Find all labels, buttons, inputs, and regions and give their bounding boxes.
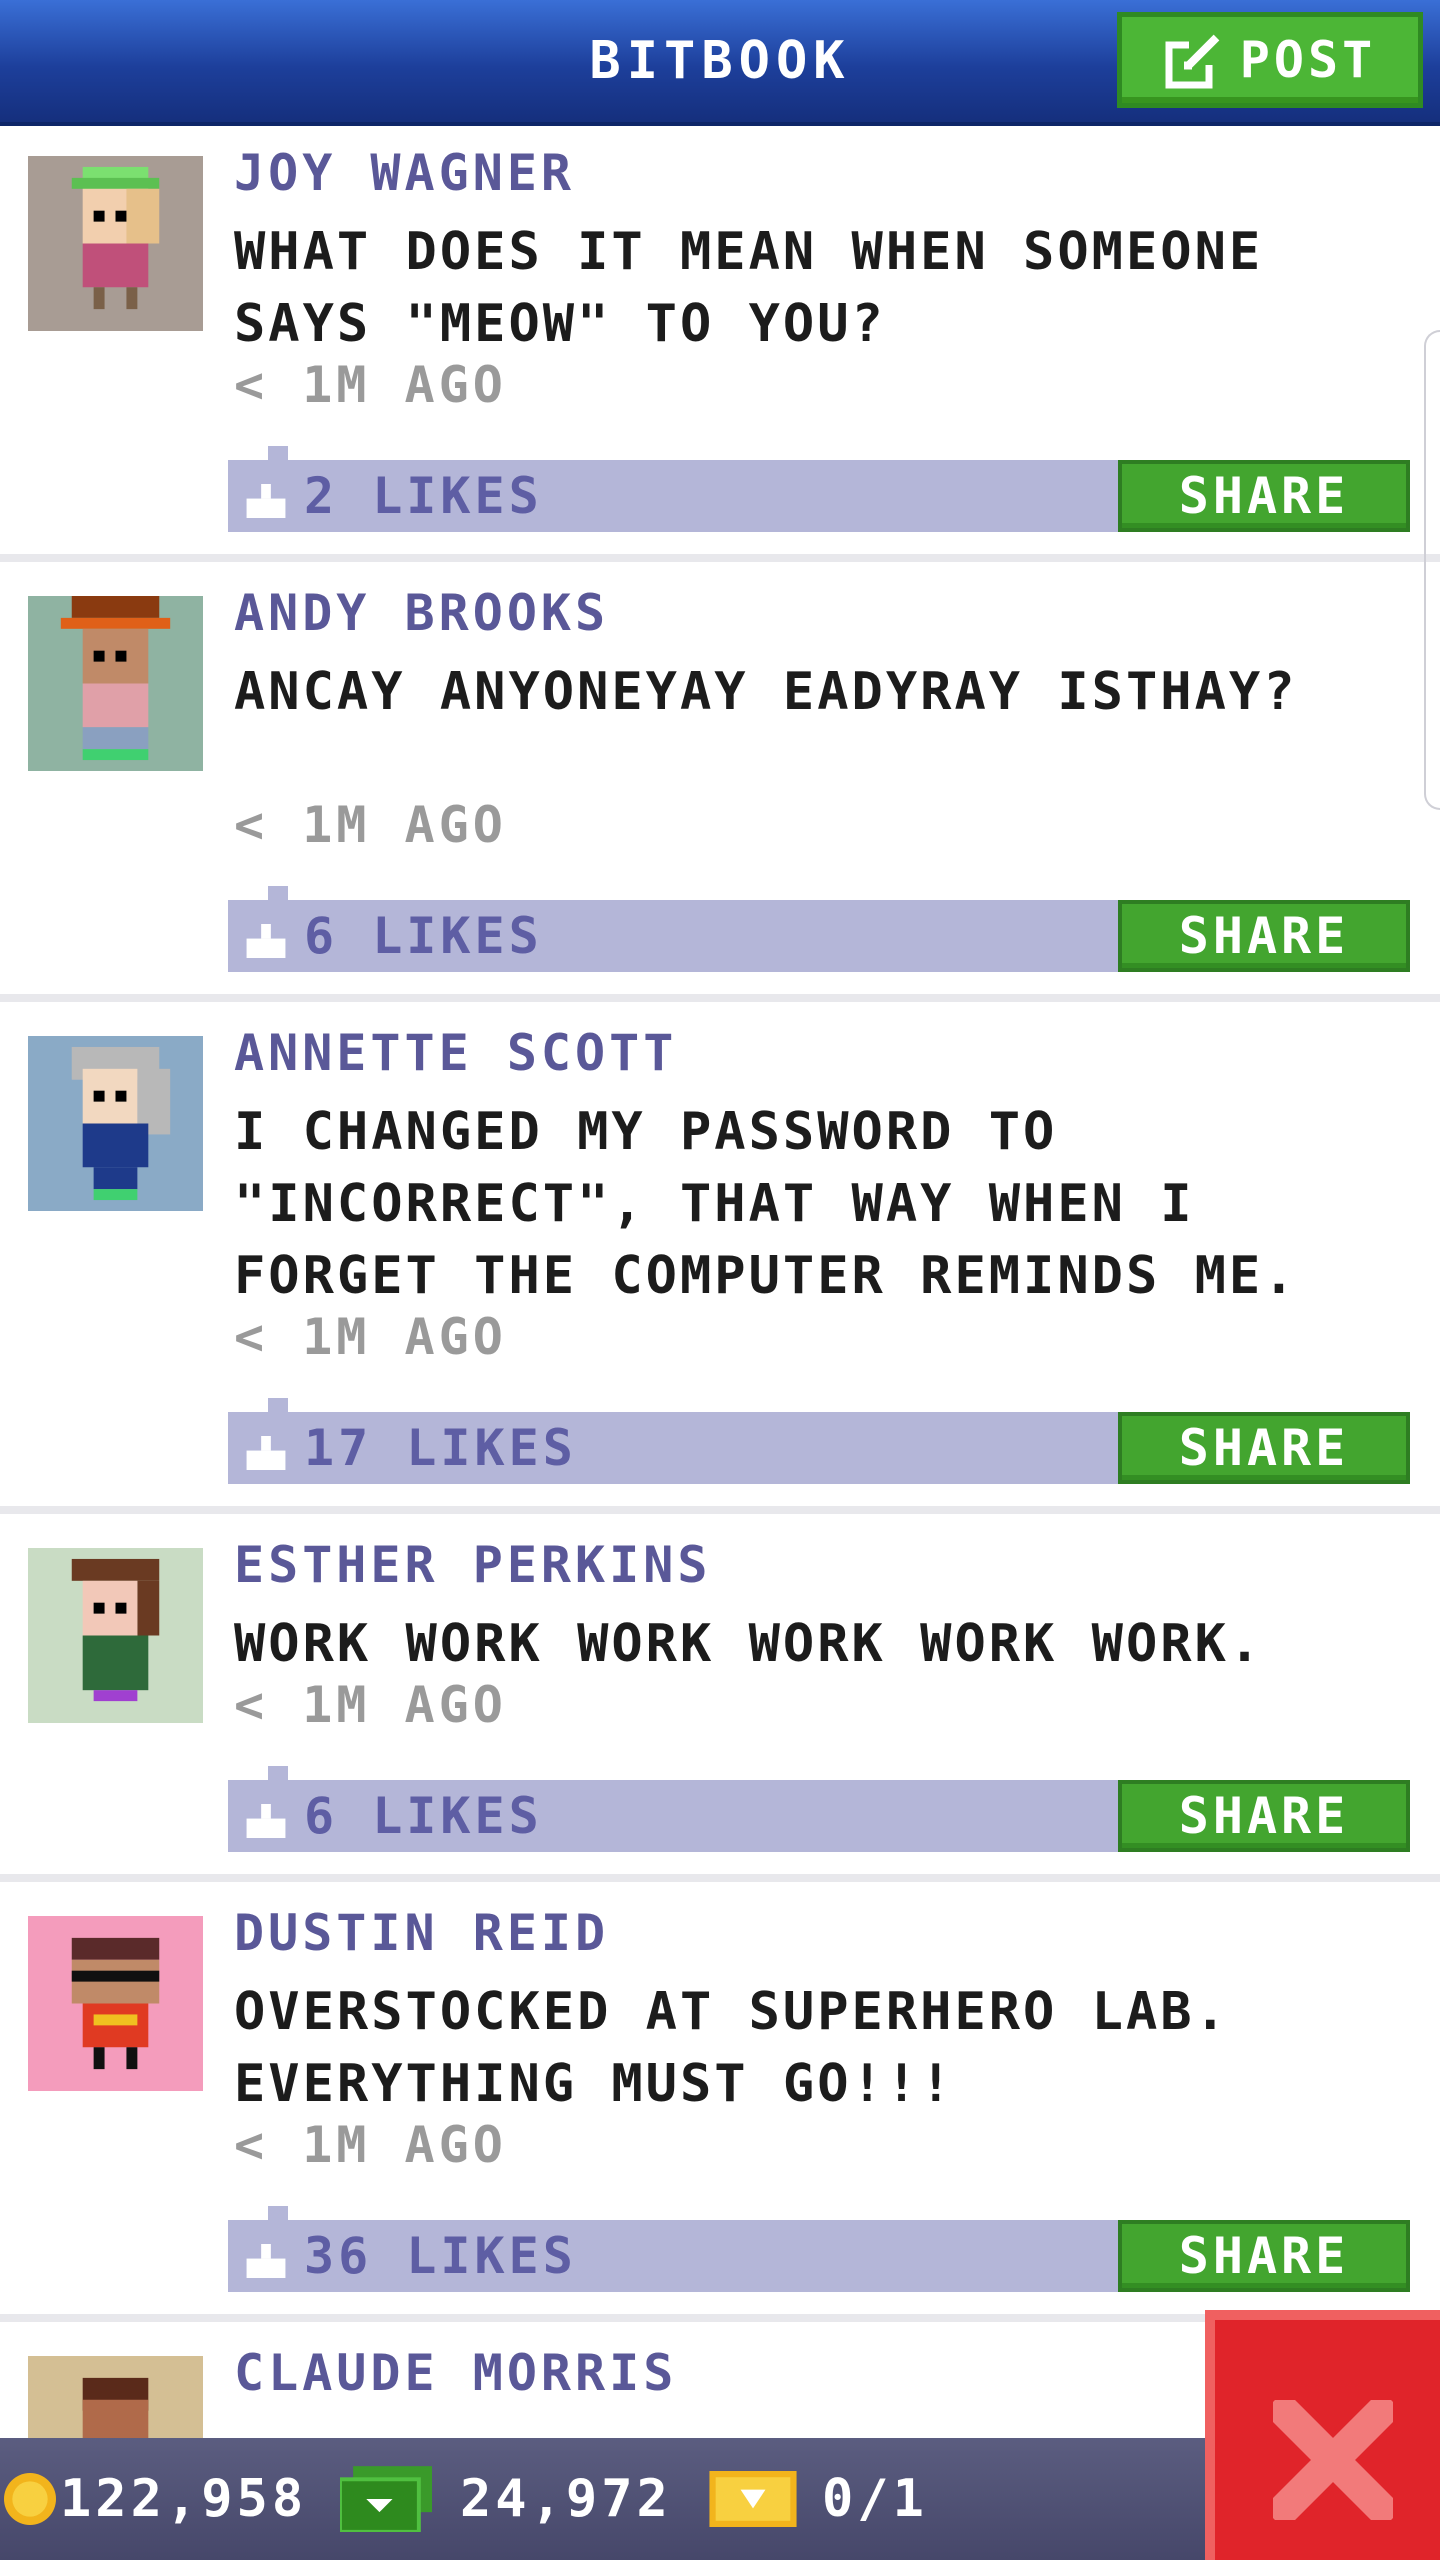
tickets-value: 0/1	[822, 2469, 928, 2529]
avatar[interactable]	[28, 1548, 203, 1723]
share-button[interactable]: SHARE	[1118, 1780, 1410, 1852]
share-button[interactable]: SHARE	[1118, 1412, 1410, 1484]
post-time: < 1M AGO	[234, 356, 507, 414]
likes-count: 6 LIKES	[304, 1787, 543, 1845]
post-text: ANCAY ANYONEYAY EADYRAY ISTHAY?	[234, 662, 1298, 722]
ticket-icon	[709, 2471, 797, 2527]
post-text: WHAT DOES IT MEAN WHEN SOMEONE SAYS "MEO…	[234, 222, 1264, 354]
thumb-icon[interactable]	[246, 1436, 286, 1470]
post-author[interactable]: DUSTIN REID	[234, 1904, 609, 1962]
post-time: < 1M AGO	[234, 796, 507, 854]
cash-display: 24,972	[340, 2438, 672, 2560]
likes-bar: 6 LIKES SHARE	[228, 1766, 1410, 1852]
avatar-image	[28, 1036, 203, 1211]
scroll-indicator[interactable]	[1424, 330, 1440, 810]
post-author[interactable]: ANNETTE SCOTT	[234, 1024, 677, 1082]
likes-count: 36 LIKES	[304, 2227, 577, 2285]
post-time: < 1M AGO	[234, 1676, 507, 1734]
likes-bar: 17 LIKES SHARE	[228, 1398, 1410, 1484]
close-button[interactable]	[1205, 2310, 1440, 2560]
app-header: BITBOOK POST	[0, 0, 1440, 126]
likes-count: 17 LIKES	[304, 1419, 577, 1477]
post-author[interactable]: CLAUDE MORRIS	[234, 2344, 677, 2402]
post-divider	[0, 994, 1440, 1002]
likes-count: 6 LIKES	[304, 907, 543, 965]
post-text: WORK WORK WORK WORK WORK WORK.	[234, 1614, 1264, 1674]
post-button-label: POST	[1239, 31, 1377, 89]
post-divider	[0, 554, 1440, 562]
coin-icon	[4, 2473, 56, 2525]
post-author[interactable]: ESTHER PERKINS	[234, 1536, 711, 1594]
avatar[interactable]	[28, 1036, 203, 1211]
avatar[interactable]	[28, 596, 203, 771]
avatar-image	[28, 1548, 203, 1723]
post-author[interactable]: JOY WAGNER	[234, 144, 575, 202]
edit-icon	[1165, 34, 1220, 89]
post-time: < 1M AGO	[234, 1308, 507, 1366]
close-icon	[1273, 2400, 1393, 2520]
avatar-image	[28, 596, 203, 771]
post-button[interactable]: POST	[1117, 12, 1423, 108]
avatar[interactable]	[28, 156, 203, 331]
post-author[interactable]: ANDY BROOKS	[234, 584, 609, 642]
coins-value: 122,958	[60, 2469, 308, 2529]
thumb-icon[interactable]	[246, 1804, 286, 1838]
post-divider	[0, 1874, 1440, 1882]
avatar-image	[28, 1916, 203, 2091]
avatar-image	[28, 156, 203, 331]
thumb-icon[interactable]	[246, 2244, 286, 2278]
cash-icon	[340, 2466, 432, 2532]
likes-bar: 36 LIKES SHARE	[228, 2206, 1410, 2292]
coins-display: 122,958	[4, 2438, 307, 2560]
post-divider	[0, 1506, 1440, 1514]
cash-value: 24,972	[460, 2469, 672, 2529]
share-button[interactable]: SHARE	[1118, 2220, 1410, 2292]
tickets-display: 0/1	[708, 2438, 928, 2560]
likes-bar: 2 LIKES SHARE	[228, 446, 1410, 532]
likes-bar: 6 LIKES SHARE	[228, 886, 1410, 972]
thumb-icon[interactable]	[246, 924, 286, 958]
likes-count: 2 LIKES	[304, 467, 543, 525]
thumb-icon[interactable]	[246, 484, 286, 518]
share-button[interactable]: SHARE	[1118, 900, 1410, 972]
post-text: I CHANGED MY PASSWORD TO "INCORRECT", TH…	[234, 1102, 1298, 1306]
post-text: OVERSTOCKED AT SUPERHERO LAB. EVERYTHING…	[234, 1982, 1229, 2114]
post-time: < 1M AGO	[234, 2116, 507, 2174]
share-button[interactable]: SHARE	[1118, 460, 1410, 532]
avatar[interactable]	[28, 1916, 203, 2091]
